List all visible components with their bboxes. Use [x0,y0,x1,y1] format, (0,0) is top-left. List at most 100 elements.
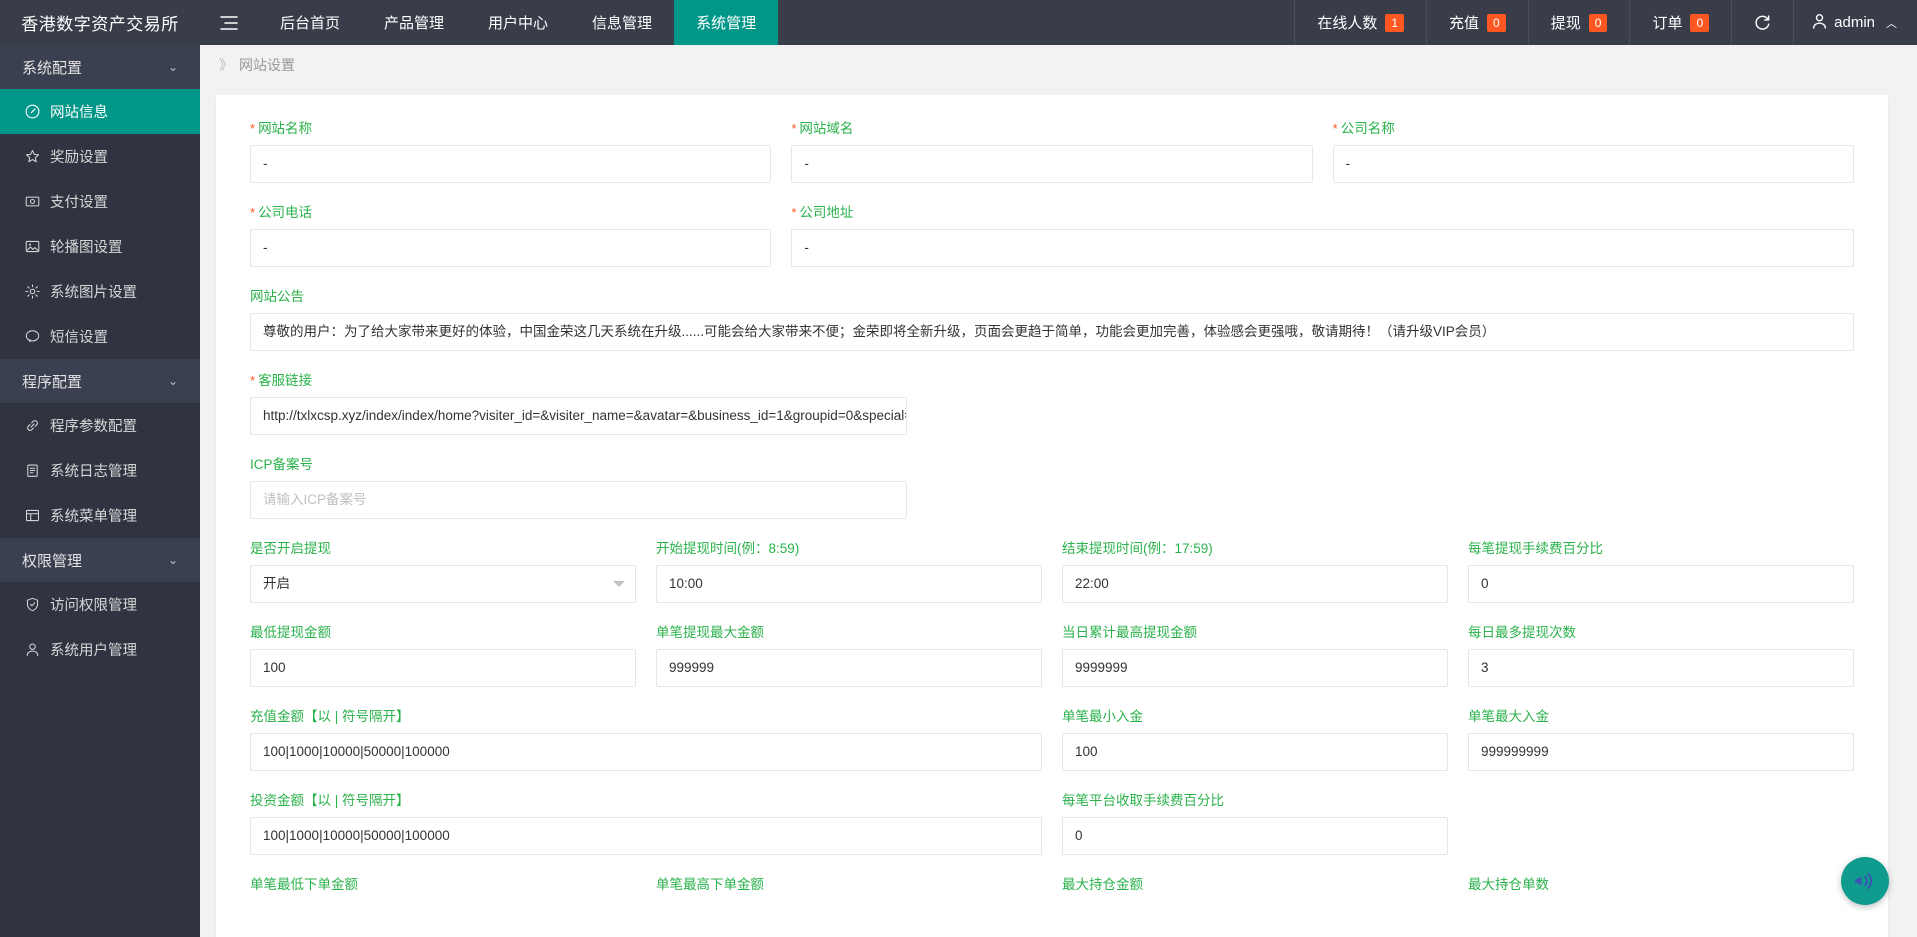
sidebar-item-label: 短信设置 [50,326,108,347]
form-row-withdraw-2: 最低提现金额 100 单笔提现最大金额 999999 当日累计最高提现金额 99… [240,625,1864,709]
company-name-input[interactable]: - [1333,145,1854,183]
sidebar-item-system-menu[interactable]: 系统菜单管理 [0,493,200,538]
stat-withdraw[interactable]: 提现 0 [1528,0,1630,45]
website-settings-form: * 网站名称 - * 网站域名 - * 公司名称 [216,95,1888,923]
withdraw-end-time-input[interactable]: 22:00 [1062,565,1448,603]
form-row-order-limits: 单笔最低下单金额 单笔最高下单金额 最大持仓金额 最大持仓单数 [240,877,1864,923]
invest-amounts-input[interactable]: 100|1000|10000|50000|100000 [250,817,1042,855]
recharge-amounts-input[interactable]: 100|1000|10000|50000|100000 [250,733,1042,771]
company-phone-input[interactable]: - [250,229,771,267]
withdraw-enabled-select[interactable]: 开启 [250,565,636,603]
label-text: 单笔最小入金 [1062,709,1143,725]
field-withdraw-start-time-label: 开始提现时间(例：8:59) [656,541,1042,557]
user-glyph [1812,13,1827,29]
refresh-glyph [1754,14,1771,31]
withdraw-start-time-input[interactable]: 10:00 [656,565,1042,603]
field-announcement: 网站公告 尊敬的用户：为了给大家带来更好的体验，中国金荣这几天系统在升级....… [240,289,1864,373]
nav-item-4[interactable]: 系统管理 [674,0,778,45]
sidebar-group-program-config[interactable]: 程序配置 ⌄ [0,359,200,403]
label-text: 当日累计最高提现金额 [1062,625,1197,641]
label-text: 网站公告 [250,289,304,305]
sidebar-item-sms-settings[interactable]: 短信设置 [0,314,200,359]
field-withdraw-enabled-label: 是否开启提现 [250,541,636,557]
field-site-name: * 网站名称 - [240,121,781,205]
min-deposit-input[interactable]: 100 [1062,733,1448,771]
label-text: 单笔最大入金 [1468,709,1549,725]
site-domain-input[interactable]: - [791,145,1312,183]
field-daily-max-withdraw: 当日累计最高提现金额 9999999 [1052,625,1458,709]
field-invest-amounts: 投资金额【以 | 符号隔开】 100|1000|10000|50000|1000… [240,793,1052,877]
sidebar-item-label: 奖励设置 [50,146,108,167]
sidebar-item-label: 支付设置 [50,191,108,212]
daily-withdraw-count-input[interactable]: 3 [1468,649,1854,687]
nav-item-2[interactable]: 用户中心 [466,0,570,45]
sidebar-item-reward-settings[interactable]: 奖励设置 [0,134,200,179]
label-text: 客服链接 [258,373,312,389]
nav-item-1[interactable]: 产品管理 [362,0,466,45]
company-address-input[interactable]: - [791,229,1854,267]
nav-item-3[interactable]: 信息管理 [570,0,674,45]
field-announcement-label: 网站公告 [250,289,1854,305]
stat-recharge[interactable]: 充值 0 [1426,0,1528,45]
stat-online-users-badge: 1 [1385,14,1404,32]
field-icp: ICP备案号 请输入ICP备案号 [240,457,917,541]
shield-icon [24,597,41,612]
service-link-input[interactable]: http://txlxcsp.xyz/index/index/home?visi… [250,397,907,435]
sidebar-group-system-config[interactable]: 系统配置 ⌄ [0,45,200,89]
sidebar-item-system-images[interactable]: 系统图片设置 [0,269,200,314]
field-withdraw-fee-percent: 每笔提现手续费百分比 0 [1458,541,1864,625]
user-menu[interactable]: admin ︿ [1793,0,1917,45]
label-text: 最大持仓单数 [1468,877,1549,893]
person-icon [24,642,41,657]
sidebar-item-system-users[interactable]: 系统用户管理 [0,627,200,672]
label-text: 是否开启提现 [250,541,331,557]
form-row-withdraw-1: 是否开启提现 开启 开始提现时间(例：8:59) 10:00 结束提现时间(例 [240,541,1864,625]
field-company-name-label: * 公司名称 [1333,121,1854,137]
daily-max-withdraw-input[interactable]: 9999999 [1062,649,1448,687]
platform-fee-percent-input[interactable]: 0 [1062,817,1448,855]
withdraw-fee-percent-input[interactable]: 0 [1468,565,1854,603]
label-text: 网站域名 [799,121,853,137]
max-deposit-input[interactable]: 999999999 [1468,733,1854,771]
sidebar-item-access-permissions[interactable]: 访问权限管理 [0,582,200,627]
label-text: 投资金额【以 | 符号隔开】 [250,793,410,809]
sidebar-item-payment-settings[interactable]: 支付设置 [0,179,200,224]
stat-online-users-label: 在线人数 [1317,12,1377,33]
icp-input[interactable]: 请输入ICP备案号 [250,481,907,519]
field-daily-withdraw-count-label: 每日最多提现次数 [1468,625,1854,641]
field-recharge-amounts: 充值金额【以 | 符号隔开】 100|1000|10000|50000|1000… [240,709,1052,793]
user-name: admin [1834,14,1875,31]
field-company-phone: * 公司电话 - [240,205,781,289]
hamburger-icon[interactable] [200,0,258,45]
min-withdraw-amount-input[interactable]: 100 [250,649,636,687]
main-content: 》 网站设置 * 网站名称 - * 网站域名 - [200,45,1917,937]
sidebar-item-system-logs[interactable]: 系统日志管理 [0,448,200,493]
field-site-domain-label: * 网站域名 [791,121,1312,137]
sidebar-group-permissions[interactable]: 权限管理 ⌄ [0,538,200,582]
site-name-input[interactable]: - [250,145,771,183]
user-icon [1812,13,1827,33]
clipboard-icon [24,463,41,478]
field-withdraw-fee-percent-label: 每笔提现手续费百分比 [1468,541,1854,557]
chevron-down-icon: ⌄ [168,374,178,388]
field-max-deposit: 单笔最大入金 999999999 [1458,709,1864,793]
max-single-withdraw-input[interactable]: 999999 [656,649,1042,687]
sidebar-item-program-params[interactable]: 程序参数配置 [0,403,200,448]
chat-bubble-glyph [1852,868,1878,894]
stat-online-users[interactable]: 在线人数 1 [1294,0,1426,45]
nav-item-0[interactable]: 后台首页 [258,0,362,45]
sidebar-item-carousel-settings[interactable]: 轮播图设置 [0,224,200,269]
field-withdraw-end-time-label: 结束提现时间(例：17:59) [1062,541,1448,557]
field-site-domain: * 网站域名 - [781,121,1322,205]
label-text: 公司地址 [799,205,853,221]
refresh-icon[interactable] [1731,0,1793,45]
form-row-invest: 投资金额【以 | 符号隔开】 100|1000|10000|50000|1000… [240,793,1864,877]
label-text: 公司名称 [1341,121,1395,137]
chat-bubble-icon[interactable] [1841,857,1889,905]
stat-orders[interactable]: 订单 0 [1629,0,1731,45]
star-icon [24,149,41,164]
sidebar-item-website-info[interactable]: 网站信息 [0,89,200,134]
sidebar-item-label: 系统用户管理 [50,639,137,660]
sidebar: 系统配置 ⌄ 网站信息 奖励设置 支付设置 轮播图设置 系统图片设置 [0,45,200,937]
announcement-input[interactable]: 尊敬的用户：为了给大家带来更好的体验，中国金荣这几天系统在升级......可能会… [250,313,1854,351]
